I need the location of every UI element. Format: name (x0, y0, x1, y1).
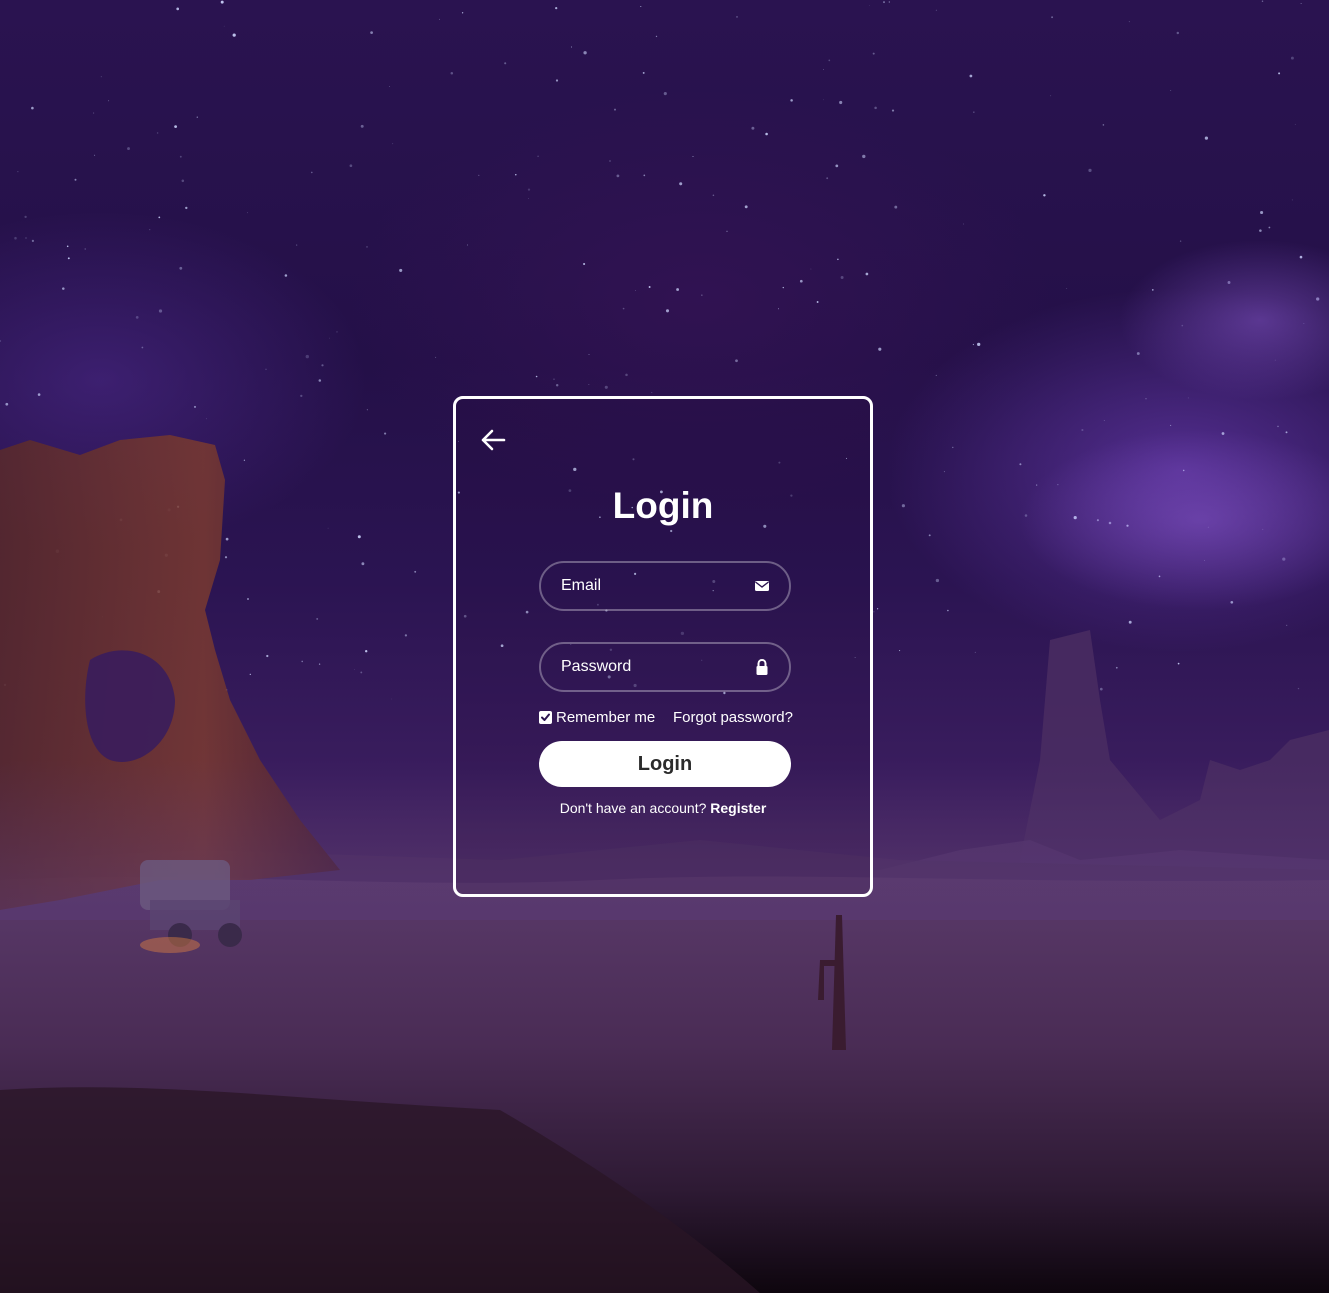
email-input[interactable] (561, 563, 741, 609)
email-field[interactable] (539, 561, 791, 611)
envelope-icon (755, 581, 769, 591)
forgot-password-link[interactable]: Forgot password? (673, 709, 793, 726)
login-button[interactable]: Login (539, 741, 791, 787)
remember-me-label: Remember me (556, 709, 656, 726)
background-scene: Login Remember me (0, 0, 1329, 1293)
form-options: Remember me Forgot password? (539, 709, 793, 731)
login-card: Login Remember me (453, 396, 873, 897)
page-title: Login (612, 485, 714, 526)
register-link[interactable]: Register (710, 800, 766, 816)
password-input[interactable] (561, 644, 741, 690)
lock-icon (756, 658, 768, 675)
password-field[interactable] (539, 642, 791, 692)
register-prompt-text: Don't have an account? (559, 800, 707, 816)
remember-me-checkbox[interactable]: Remember me (539, 709, 655, 726)
arrow-left-icon (481, 429, 506, 451)
back-button[interactable] (478, 425, 508, 455)
checkbox-checked-icon[interactable] (539, 711, 552, 724)
register-prompt-line: Don't have an account? Register (456, 800, 870, 816)
